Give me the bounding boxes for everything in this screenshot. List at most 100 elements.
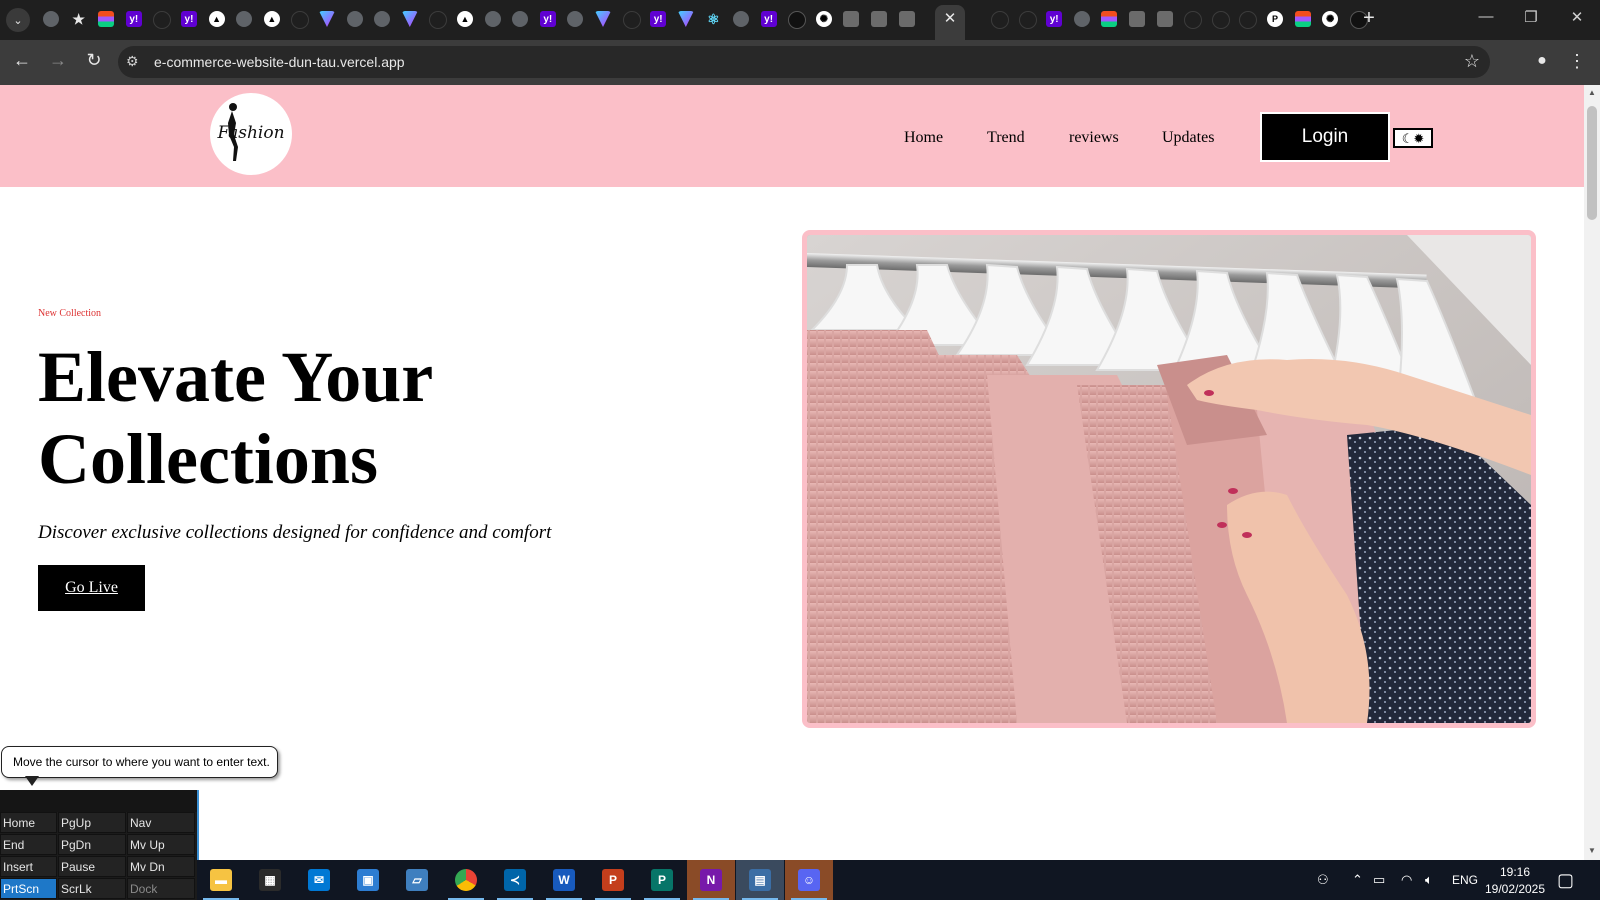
vite-icon[interactable] xyxy=(595,11,611,27)
nav-link-updates[interactable]: Updates xyxy=(1162,129,1214,147)
image-icon[interactable] xyxy=(1156,11,1173,27)
image-icon[interactable] xyxy=(871,11,887,27)
battery-icon[interactable]: ▭ xyxy=(1373,860,1385,900)
theme-toggle-button[interactable]: ☾ ✹ xyxy=(1393,128,1433,148)
nav-link-reviews[interactable]: reviews xyxy=(1069,129,1119,147)
vite-icon[interactable] xyxy=(319,11,335,27)
notifications-icon[interactable]: ▢ xyxy=(1557,860,1574,900)
yahoo-icon[interactable]: y! xyxy=(539,11,556,27)
close-tab-icon[interactable]: ✕ xyxy=(942,9,958,27)
vite-icon[interactable] xyxy=(677,11,694,27)
volume-icon[interactable]: 🔈︎ xyxy=(1425,860,1433,900)
osk-key-mv-dn[interactable]: Mv Dn xyxy=(127,856,195,877)
osk-key-pgup[interactable]: PgUp xyxy=(58,812,126,833)
logo[interactable]: Fashion xyxy=(210,93,292,175)
chrome-icon[interactable] xyxy=(236,11,253,27)
scrollbar-thumb[interactable] xyxy=(1587,106,1597,220)
minimize-button[interactable]: — xyxy=(1471,8,1501,25)
chrome-icon[interactable] xyxy=(567,11,584,27)
chatgpt-icon[interactable]: ✺ xyxy=(815,11,832,27)
taskbar-tablet-button[interactable]: ▱ xyxy=(393,860,441,900)
pix-icon[interactable]: P xyxy=(1267,11,1283,27)
taskbar-powerpoint-button[interactable]: P xyxy=(589,860,637,900)
image-icon[interactable] xyxy=(843,11,860,27)
bookmark-star-icon[interactable]: ☆ xyxy=(1464,51,1480,72)
address-bar[interactable]: ⚙ e-commerce-website-dun-tau.vercel.app … xyxy=(118,46,1490,78)
chevron-up-icon[interactable]: ⌃ xyxy=(1352,860,1363,900)
blank-icon[interactable] xyxy=(1239,11,1258,29)
close-window-button[interactable]: ✕ xyxy=(1562,8,1592,26)
chrome-icon[interactable] xyxy=(1073,11,1090,27)
blank-icon[interactable] xyxy=(991,11,1009,29)
osk-key-pgdn[interactable]: PgDn xyxy=(58,834,126,855)
blank-icon[interactable] xyxy=(622,11,641,29)
image-icon[interactable] xyxy=(1129,11,1145,27)
taskbar-vscode-button[interactable]: ≺ xyxy=(491,860,539,900)
reload-button[interactable]: ↻ xyxy=(82,50,106,71)
osk-key-insert[interactable]: Insert xyxy=(0,856,57,877)
image-icon[interactable] xyxy=(898,11,915,27)
chrome-icon[interactable] xyxy=(346,11,363,27)
osk-key-mv-up[interactable]: Mv Up xyxy=(127,834,195,855)
restore-button[interactable]: ❐ xyxy=(1516,8,1546,26)
osk-key-dock[interactable]: Dock xyxy=(127,878,195,899)
taskbar-store-button[interactable]: ▦ xyxy=(246,860,294,900)
nav-link-home[interactable]: Home xyxy=(904,129,943,147)
language-indicator[interactable]: ENG xyxy=(1452,860,1478,900)
taskbar-word-button[interactable]: W xyxy=(540,860,588,900)
star-icon[interactable]: ★ xyxy=(71,11,87,27)
figma-icon[interactable] xyxy=(1294,11,1311,27)
back-button[interactable]: ← xyxy=(10,50,34,71)
blank-icon[interactable] xyxy=(1018,11,1037,29)
osk-key-scrlk[interactable]: ScrLk xyxy=(58,878,126,899)
taskbar-publisher-button[interactable]: P xyxy=(638,860,686,900)
yahoo-icon[interactable]: y! xyxy=(760,11,777,27)
osk-key-end[interactable]: End xyxy=(0,834,57,855)
chrome-icon[interactable] xyxy=(484,11,501,27)
scroll-up-icon[interactable]: ▲ xyxy=(1588,88,1596,97)
osk-key-pause[interactable]: Pause xyxy=(58,856,126,877)
new-tab-button[interactable]: + xyxy=(1358,7,1380,30)
blank-icon[interactable] xyxy=(1184,11,1203,29)
osk-key-home[interactable]: Home xyxy=(0,812,57,833)
blank-icon[interactable] xyxy=(153,11,172,29)
login-button[interactable]: Login xyxy=(1260,112,1390,162)
dark-icon[interactable] xyxy=(788,11,807,29)
taskbar-discord-button[interactable]: ☺ xyxy=(785,860,833,900)
tab-search-button[interactable]: ⌄ xyxy=(6,8,30,32)
figma-icon[interactable] xyxy=(98,11,115,27)
blank-icon[interactable] xyxy=(291,11,310,29)
chrome-icon[interactable] xyxy=(43,11,59,27)
figma-icon[interactable] xyxy=(1101,11,1118,27)
site-info-icon[interactable]: ⚙ xyxy=(126,53,139,70)
profile-icon[interactable]: ● xyxy=(1532,52,1552,72)
taskbar-mail-button[interactable]: ✉ xyxy=(295,860,343,900)
taskbar-file-explorer-button[interactable]: ▬ xyxy=(197,860,245,900)
react-icon[interactable]: ⚛ xyxy=(705,11,721,27)
vercel-icon[interactable]: ▲ xyxy=(208,11,225,27)
chrome-icon[interactable] xyxy=(512,11,529,27)
vercel-icon[interactable]: ▲ xyxy=(263,11,280,27)
chatgpt-icon[interactable]: ✺ xyxy=(1322,11,1339,27)
blank-icon[interactable] xyxy=(429,11,448,29)
menu-icon[interactable]: ⋮ xyxy=(1568,51,1586,72)
scroll-down-icon[interactable]: ▼ xyxy=(1588,846,1596,855)
nav-link-trend[interactable]: Trend xyxy=(987,129,1025,147)
yahoo-icon[interactable]: y! xyxy=(125,11,142,27)
chrome-icon[interactable] xyxy=(733,11,749,27)
wifi-icon[interactable]: ◠ xyxy=(1401,860,1412,900)
yahoo-icon[interactable]: y! xyxy=(181,11,197,27)
vite-icon[interactable] xyxy=(401,11,418,27)
vercel-icon[interactable]: ▲ xyxy=(457,11,473,27)
taskbar-chrome-button[interactable] xyxy=(442,860,490,900)
url-text[interactable]: e-commerce-website-dun-tau.vercel.app xyxy=(154,54,405,70)
people-icon[interactable]: ⚇ xyxy=(1317,860,1329,900)
chrome-icon[interactable] xyxy=(374,11,391,27)
go-live-button[interactable]: Go Live xyxy=(38,565,145,611)
osk-key-prtscn[interactable]: PrtScn xyxy=(0,878,57,899)
taskbar-onenote-button[interactable]: N xyxy=(687,860,735,900)
osk-key-nav[interactable]: Nav xyxy=(127,812,195,833)
yahoo-icon[interactable]: y! xyxy=(650,11,667,27)
taskbar-app-button[interactable]: ▤ xyxy=(736,860,784,900)
yahoo-icon[interactable]: y! xyxy=(1046,11,1063,27)
